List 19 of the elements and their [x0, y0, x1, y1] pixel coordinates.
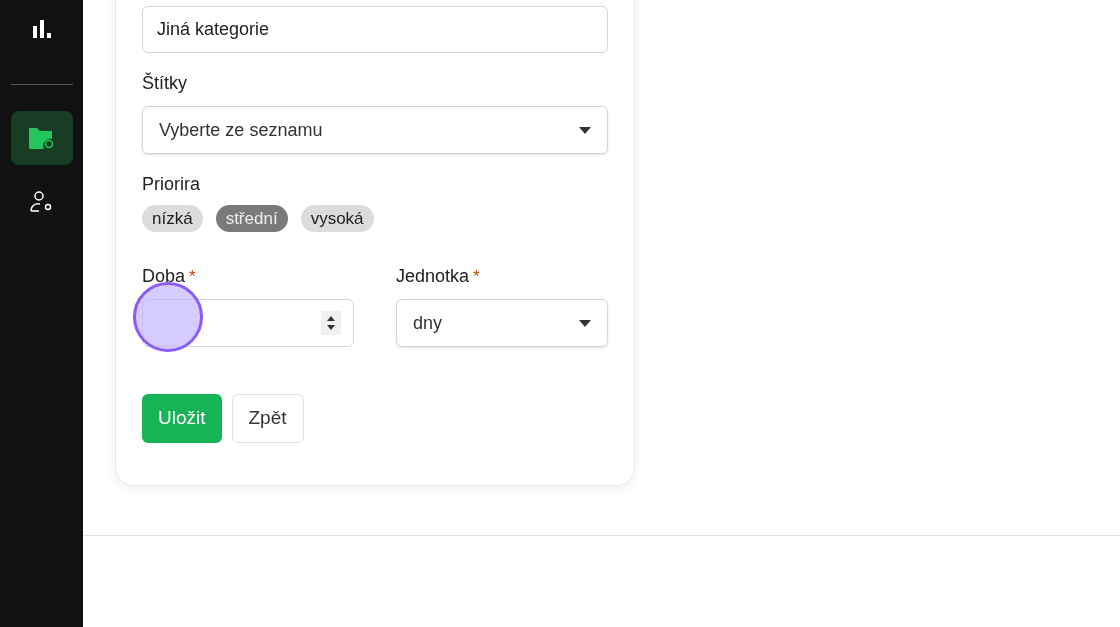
tags-select[interactable]: Vyberte ze seznamu: [142, 106, 608, 154]
field-label: Štítky: [142, 71, 187, 95]
required-mark: *: [189, 266, 196, 288]
field-label: Jednotka: [396, 265, 470, 288]
priority-chip[interactable]: vysoká: [300, 205, 374, 232]
caret-icon: [579, 126, 591, 134]
back-button[interactable]: Zpět: [231, 394, 304, 443]
required-mark: *: [473, 266, 480, 288]
folder-gear-icon: [27, 126, 56, 150]
unit-select[interactable]: dny: [396, 299, 608, 347]
field-label: Priorira: [142, 173, 200, 196]
sidebar-item[interactable]: [10, 111, 73, 165]
category-field[interactable]: Jiná kategorie: [142, 6, 608, 53]
caret-icon: [579, 319, 591, 327]
bar-chart-icon[interactable]: [30, 18, 53, 40]
priority-chip[interactable]: střední: [215, 205, 288, 232]
field-label: Doba: [142, 265, 186, 288]
priority-chip[interactable]: nízká: [142, 205, 203, 232]
stepper-icon[interactable]: [321, 311, 341, 335]
